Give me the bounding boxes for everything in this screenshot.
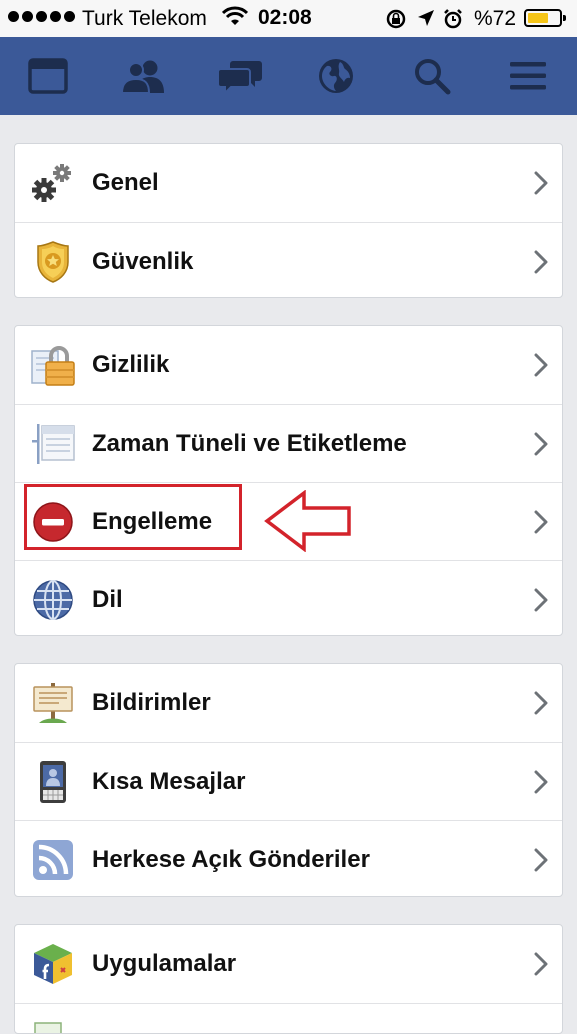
messages-icon[interactable] (192, 37, 288, 115)
globe-icon (31, 578, 75, 622)
notification-sign-icon (31, 681, 75, 725)
settings-group-apps: Uygulamalar (14, 924, 563, 1034)
friends-icon[interactable] (96, 37, 192, 115)
chevron-right-icon (534, 588, 548, 617)
settings-item-kisa-mesajlar[interactable]: Kısa Mesajlar (15, 742, 562, 820)
carrier-name: Turk Telekom (82, 7, 207, 30)
settings-item-uygulamalar[interactable]: Uygulamalar (15, 925, 562, 1003)
chevron-right-icon (534, 691, 548, 720)
settings-item-next-partial[interactable] (15, 1003, 562, 1033)
rss-icon (31, 838, 75, 882)
notifications-globe-icon[interactable] (288, 37, 384, 115)
rotation-lock-icon (385, 8, 407, 36)
settings-item-label: Herkese Açık Gönderiler (92, 846, 370, 873)
settings-item-guvenlik[interactable]: Güvenlik (15, 222, 562, 297)
menu-icon[interactable] (480, 37, 576, 115)
settings-item-zaman-tuneli[interactable]: Zaman Tüneli ve Etiketleme (15, 404, 562, 482)
chevron-right-icon (534, 848, 548, 877)
settings-item-label: Gizlilik (92, 351, 170, 378)
chevron-right-icon (534, 171, 548, 200)
partial-list-icon (31, 1021, 75, 1033)
settings-item-label: Dil (92, 586, 123, 613)
privacy-lock-icon (31, 343, 75, 387)
top-navigation-bar (0, 37, 577, 115)
annotation-highlight-box (24, 484, 242, 550)
settings-item-label: Bildirimler (92, 689, 211, 716)
chevron-right-icon (534, 510, 548, 539)
location-icon (416, 8, 436, 34)
news-feed-icon[interactable] (0, 37, 96, 115)
wifi-icon (221, 6, 249, 34)
chevron-right-icon (534, 432, 548, 461)
chevron-right-icon (534, 353, 548, 382)
status-bar: Turk Telekom 02:08 %72 (0, 0, 577, 37)
annotation-arrow-icon (264, 489, 354, 557)
apps-cube-icon (31, 942, 75, 986)
battery-icon (524, 9, 566, 27)
settings-item-dil[interactable]: Dil (15, 560, 562, 635)
alarm-icon (442, 8, 464, 36)
timeline-icon (31, 422, 75, 466)
settings-item-genel[interactable]: Genel (15, 144, 562, 222)
chevron-right-icon (534, 770, 548, 799)
settings-item-herkese-acik[interactable]: Herkese Açık Gönderiler (15, 820, 562, 896)
status-time: 02:08 (258, 6, 312, 29)
search-icon[interactable] (384, 37, 480, 115)
settings-group-privacy: Gizlilik Zaman Tüneli ve Etiketleme Enge… (14, 325, 563, 636)
settings-group-account: Genel Güvenlik (14, 143, 563, 298)
settings-group-notifications: Bildirimler Kısa Mesajlar Herkese Açık G… (14, 663, 563, 897)
settings-item-label: Güvenlik (92, 248, 194, 275)
settings-item-label: Uygulamalar (92, 950, 237, 977)
chevron-right-icon (534, 952, 548, 981)
chevron-right-icon (534, 250, 548, 279)
signal-strength-icon (8, 8, 75, 22)
settings-item-label: Kısa Mesajlar (92, 768, 246, 795)
settings-item-label: Zaman Tüneli ve Etiketleme (92, 430, 407, 457)
gears-icon (31, 161, 75, 205)
settings-item-label: Genel (92, 169, 159, 196)
battery-percent: %72 (474, 7, 517, 30)
settings-item-gizlilik[interactable]: Gizlilik (15, 326, 562, 404)
security-badge-icon (31, 240, 75, 284)
phone-icon (31, 760, 75, 804)
settings-item-bildirimler[interactable]: Bildirimler (15, 664, 562, 742)
